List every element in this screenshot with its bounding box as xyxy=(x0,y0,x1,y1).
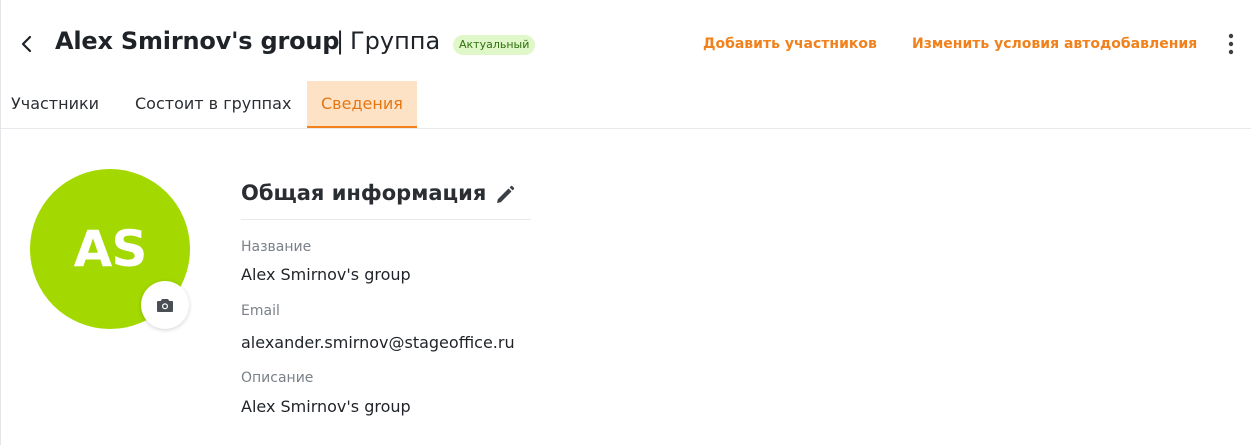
edit-info-button[interactable] xyxy=(494,184,516,206)
section-title: Общая информация xyxy=(241,181,487,205)
tab-bar: Участники Состоит в группах Сведения xyxy=(1,81,1251,129)
page-title: Alex Smirnov's group xyxy=(55,27,340,55)
edit-auto-add-button[interactable]: Изменить условия автодобавления xyxy=(912,36,1197,52)
more-vertical-icon xyxy=(1228,33,1234,55)
pencil-icon xyxy=(497,185,515,203)
tab-members[interactable]: Участники xyxy=(11,81,99,128)
add-members-button[interactable]: Добавить участников xyxy=(703,36,877,52)
field-value-name: Alex Smirnov's group xyxy=(241,265,411,284)
field-label-email: Email xyxy=(241,303,280,319)
page-subtitle: Группа xyxy=(350,27,441,55)
camera-icon xyxy=(157,299,173,312)
change-photo-button[interactable] xyxy=(141,281,189,329)
tab-details[interactable]: Сведения xyxy=(307,81,417,128)
title-separator: | xyxy=(336,27,345,55)
field-value-description: Alex Smirnov's group xyxy=(241,397,411,416)
status-badge: Актуальный xyxy=(453,35,536,55)
tab-member-of-groups[interactable]: Состоит в группах xyxy=(135,81,291,128)
section-divider xyxy=(241,219,531,220)
field-value-email: alexander.smirnov@stageoffice.ru xyxy=(241,333,515,352)
back-button[interactable] xyxy=(17,30,37,58)
group-details-page: Alex Smirnov's group | Группа Актуальный… xyxy=(0,0,1251,445)
field-label-description: Описание xyxy=(241,370,314,386)
chevron-left-icon xyxy=(21,35,32,53)
page-header: Alex Smirnov's group | Группа Актуальный… xyxy=(1,0,1251,90)
field-label-name: Название xyxy=(241,239,312,255)
more-menu-button[interactable] xyxy=(1224,29,1238,59)
